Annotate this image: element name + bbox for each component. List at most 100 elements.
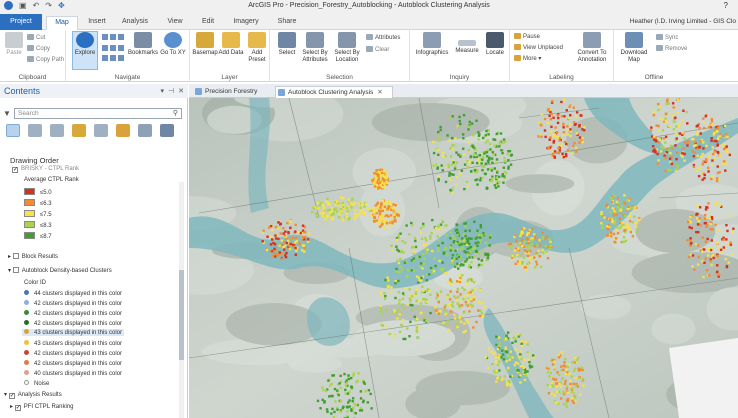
cluster-point (349, 376, 353, 380)
add-preset-button[interactable]: Add Preset (244, 32, 270, 63)
select-by-location-button[interactable]: Select By Location (332, 32, 362, 63)
drawing-order-icon[interactable] (6, 124, 20, 137)
user-account[interactable]: Heather (I.D. Irving Limited - GIS Clo (630, 18, 736, 25)
explore-button[interactable]: Explore (72, 32, 98, 57)
cluster-point (601, 224, 604, 227)
copy-path-button[interactable]: Copy Path (27, 56, 64, 64)
data-source-icon[interactable] (28, 124, 42, 137)
search-input[interactable]: Search (14, 108, 182, 119)
attributes-button[interactable]: Attributes (366, 34, 400, 42)
close-icon[interactable]: ✕ (377, 89, 382, 96)
cluster-point (573, 123, 577, 126)
cluster-point (515, 240, 518, 243)
sync-button[interactable]: Sync (656, 34, 678, 42)
contents-scrollbar[interactable] (179, 182, 184, 418)
tab-imagery[interactable]: Imagery (226, 16, 266, 29)
pin-icon[interactable]: ⊣ (168, 87, 174, 95)
cluster-point (507, 159, 510, 162)
tab-analysis[interactable]: Analysis (116, 16, 154, 29)
help-icon[interactable]: ? (724, 1, 728, 10)
select-by-attributes-button[interactable]: Select By Attributes (300, 32, 330, 63)
cluster-point (609, 234, 613, 238)
clear-button[interactable]: Clear (366, 46, 389, 54)
cluster-point (506, 152, 510, 156)
tab-share[interactable]: Share (272, 16, 302, 29)
cluster-point (711, 228, 714, 231)
cluster-point (486, 252, 490, 256)
layer-checkbox[interactable] (12, 253, 19, 259)
charts-icon[interactable] (138, 124, 152, 137)
cluster-point (562, 126, 565, 129)
paste-button[interactable]: Paste (1, 32, 27, 57)
measure-button[interactable]: Measure (454, 32, 480, 55)
cluster-point (340, 210, 343, 213)
download-map-button[interactable]: Download Map (618, 32, 650, 63)
layer-checkbox[interactable] (14, 405, 21, 411)
selection-icon[interactable] (50, 124, 64, 137)
contents-title: Contents (4, 86, 41, 96)
tab-autoblock-clustering[interactable]: Autoblock Clustering Analysis ✕ (275, 86, 393, 98)
cluster-point (410, 295, 414, 298)
select-button[interactable]: Select (274, 32, 300, 57)
filter-icon[interactable]: ▼ (3, 109, 11, 118)
pause-button[interactable]: Pause (514, 33, 540, 41)
chevron-down-icon[interactable]: ▾ (161, 87, 165, 95)
layer-checkbox[interactable] (12, 167, 18, 173)
zoom-tools-icons[interactable] (102, 34, 124, 64)
tab-precision-forestry[interactable]: Precision Forestry (193, 86, 271, 98)
cluster-point (660, 145, 664, 148)
cluster-point (419, 302, 423, 305)
tab-insert[interactable]: Insert (82, 16, 112, 29)
cluster-point (289, 226, 292, 230)
labeling-icon[interactable] (116, 124, 130, 137)
locate-button[interactable]: Locate (482, 32, 508, 57)
layer-ctpl-ranking[interactable]: ▸ PFI CTPL Ranking (10, 403, 73, 411)
remove-button[interactable]: Remove (656, 45, 687, 53)
layer-ctpl-rank[interactable]: BRISKY - CTPL Rank (12, 166, 79, 173)
cluster-point (570, 375, 573, 378)
cluster-point (468, 310, 471, 313)
cluster-point (571, 152, 574, 155)
cluster-point (327, 203, 330, 207)
tab-edit[interactable]: Edit (194, 16, 222, 29)
tab-map[interactable]: Map (46, 16, 78, 31)
layer-block-results[interactable]: ▸ Block Results (8, 253, 58, 260)
map-canvas[interactable] (189, 98, 738, 418)
add-data-button[interactable]: Add Data (218, 32, 244, 57)
copy-button[interactable]: Copy (27, 45, 50, 53)
cluster-point (523, 371, 527, 374)
snapping-icon[interactable] (94, 124, 108, 137)
view-unplaced-button[interactable]: View Unplaced (514, 44, 563, 52)
cluster-point (461, 237, 464, 240)
map-view[interactable] (189, 98, 738, 418)
cluster-point (271, 238, 274, 241)
cluster-point (575, 111, 579, 114)
cluster-point (448, 116, 452, 119)
group-analysis-results[interactable]: ▾ Analysis Results (4, 391, 62, 399)
tab-project[interactable]: Project (0, 14, 42, 30)
perspective-icon[interactable] (160, 124, 174, 137)
more-button[interactable]: More ▾ (514, 55, 541, 63)
scrollbar-thumb[interactable] (179, 270, 184, 360)
editing-icon[interactable] (72, 124, 86, 137)
cluster-point (319, 407, 322, 410)
cluster-point (716, 137, 720, 141)
cut-button[interactable]: Cut (27, 34, 45, 42)
layer-clusters[interactable]: ▾ Autoblock Density-based Clusters (8, 267, 112, 274)
cluster-point (301, 224, 305, 227)
go-to-xy-button[interactable]: Go To XY (160, 32, 186, 57)
tab-view[interactable]: View (160, 16, 190, 29)
cluster-point (472, 295, 476, 299)
close-icon[interactable]: ✕ (178, 87, 184, 95)
cluster-point (706, 237, 709, 241)
search-icon[interactable]: ⚲ (173, 109, 178, 117)
legend-dot (24, 380, 29, 385)
cluster-point (565, 405, 569, 408)
cluster-point (478, 161, 481, 165)
layer-checkbox[interactable] (8, 393, 15, 399)
convert-to-annotation-button[interactable]: Convert To Annotation (574, 32, 610, 63)
layer-checkbox[interactable] (12, 267, 19, 273)
bookmarks-button[interactable]: Bookmarks (128, 32, 158, 57)
infographics-button[interactable]: Infographics (414, 32, 450, 57)
basemap-button[interactable]: Basemap (192, 32, 218, 57)
